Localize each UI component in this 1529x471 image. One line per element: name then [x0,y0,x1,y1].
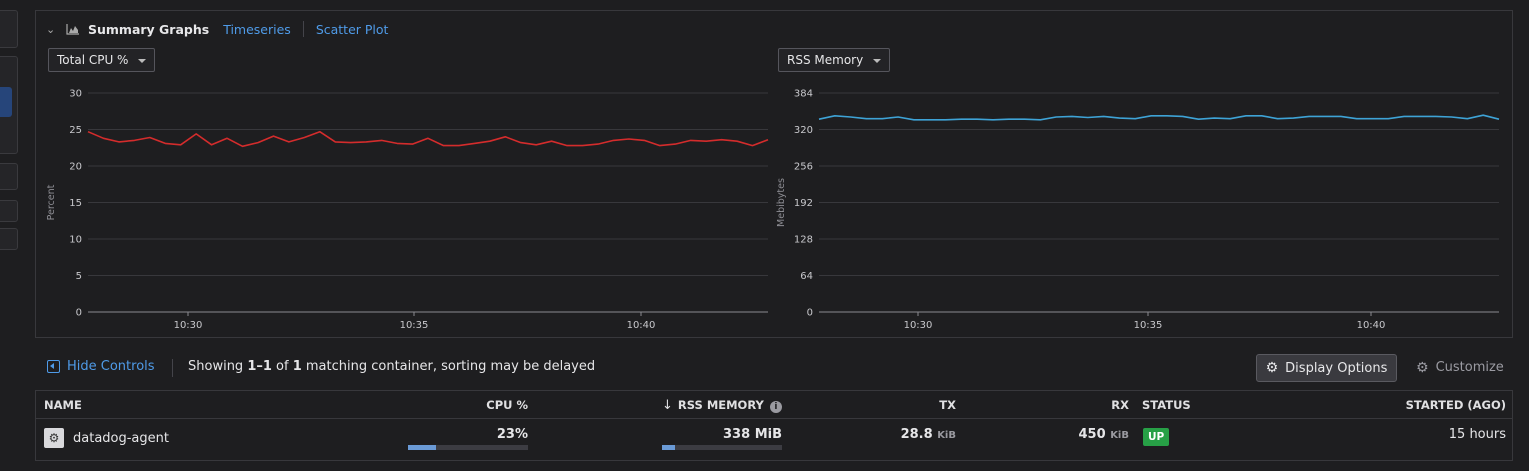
summary-header: ⌄ Summary Graphs Timeseries Scatter Plot [46,19,388,39]
sidebar-button-1[interactable] [0,200,18,222]
table-row[interactable]: ⚙ datadog-agent 23% 338 MiB 28.8 KiB 450… [36,420,1512,461]
customize-label: Customize [1435,360,1504,375]
collapse-panel-icon [47,360,60,373]
cpu-usage-fill [408,445,436,450]
container-name[interactable]: datadog-agent [73,431,169,446]
y-tick-label: 256 [794,162,813,173]
y-tick-label: 10 [69,235,82,246]
y-tick-label: 64 [800,271,813,282]
x-tick-label: 10:30 [174,320,203,331]
customize-button[interactable]: ⚙ Customize [1416,360,1504,375]
showing-of: of [271,359,293,374]
column-header-tx[interactable]: TX [906,398,956,412]
table-header: NAME CPU % ↓ RSS MEMORY i TX RX STATUS STA… [36,391,1512,419]
chevron-down-icon[interactable]: ⌄ [46,23,58,36]
y-tick-label: 0 [807,308,813,319]
rss-usage-bar [662,445,782,450]
y-tick-label: 320 [794,125,813,136]
cpu-usage-bar [408,445,528,450]
series-line [818,114,1500,121]
sidebar-active-item[interactable] [0,87,12,117]
tx-number: 28.8 [900,427,933,442]
showing-range: 1–1 [247,359,272,374]
rx-value: 450 KiB [1029,427,1129,442]
rss-number: 338 [723,427,751,442]
gear-icon: ⚙ [1265,360,1279,376]
showing-count: 1 [292,359,302,374]
cpu-metric-select[interactable]: Total CPU % [48,48,156,72]
y-axis-title: Mebibytes [776,178,787,227]
rss-usage-fill [662,445,676,450]
y-tick-label: 20 [69,162,82,173]
y-tick-label: 15 [69,198,82,209]
table-controls: Hide Controls Showing 1–1 of 1 matching … [35,350,1513,386]
column-header-rx[interactable]: RX [1079,398,1129,412]
y-axis-title: Percent [46,184,57,220]
left-sidebar-edge [0,0,20,471]
sidebar-panel-top [0,10,18,48]
x-tick-label: 10:35 [400,320,429,331]
series-line [87,130,769,148]
y-tick-label: 0 [76,308,82,319]
y-tick-label: 25 [69,125,82,136]
rx-unit: KiB [1110,430,1129,441]
rss-unit: MiB [754,427,782,442]
y-tick-label: 5 [76,271,82,282]
x-tick-label: 10:30 [904,320,933,331]
sidebar-input[interactable] [0,163,18,190]
rss-memory-value: 338 MiB [662,427,782,442]
x-tick-label: 10:35 [1134,320,1163,331]
hide-controls-button[interactable]: Hide Controls [47,359,155,374]
y-tick-label: 384 [794,89,813,100]
started-ago: 15 hours [1448,427,1506,442]
controls-divider [172,359,173,377]
rss-memory-label: RSS MEMORY [677,398,764,412]
sort-desc-icon: ↓ [662,398,673,413]
y-tick-label: 192 [794,198,813,209]
showing-suffix: matching container, sorting may be delay… [301,359,596,374]
x-tick-label: 10:40 [627,320,656,331]
chevron-down-icon [873,59,882,63]
sidebar-button-2[interactable] [0,228,18,250]
rss-metric-select-label: RSS Memory [787,53,864,67]
x-tick-label: 10:40 [1357,320,1386,331]
column-header-rss-memory[interactable]: ↓ RSS MEMORY i [662,398,782,413]
summary-title: Summary Graphs [88,21,210,37]
cpu-value: 23% [496,427,528,442]
y-tick-label: 128 [794,235,813,246]
tx-value: 28.8 KiB [856,427,956,442]
column-header-name[interactable]: NAME [44,398,82,412]
container-icon: ⚙ [44,428,64,448]
rss-chart: 384 320 256 192 128 64 0 10:30 10:35 10:40 Mebibyt… [776,89,1500,331]
tx-unit: KiB [937,430,956,441]
summary-graphs-panel: ⌄ Summary Graphs Timeseries Scatter Plot… [35,10,1513,338]
containers-table: NAME CPU % ↓ RSS MEMORY i TX RX STATUS STA… [35,390,1513,461]
column-header-cpu[interactable]: CPU % [436,398,528,412]
gear-icon: ⚙ [1416,359,1429,376]
column-header-status[interactable]: STATUS [1142,398,1191,412]
area-chart-icon [66,24,79,35]
chevron-down-icon [138,59,147,63]
result-count-text: Showing 1–1 of 1 matching container, sor… [188,359,595,374]
display-options-label: Display Options [1285,360,1388,376]
y-tick-label: 30 [69,89,82,100]
info-icon[interactable]: i [769,401,782,413]
rss-metric-select[interactable]: RSS Memory [778,48,891,72]
cpu-chart: 30 25 20 15 10 5 0 10:30 10:35 10:40 Percent [46,89,769,331]
tab-divider [302,21,304,37]
cpu-metric-select-label: Total CPU % [57,53,129,67]
tab-timeseries[interactable]: Timeseries [223,22,291,37]
display-options-button[interactable]: ⚙ Display Options [1256,354,1397,382]
status-badge: UP [1143,428,1170,446]
column-header-started[interactable]: STARTED (AGO) [1356,398,1506,412]
showing-prefix: Showing [188,359,248,374]
tab-scatter-plot[interactable]: Scatter Plot [316,22,389,37]
rx-number: 450 [1078,427,1106,442]
hide-controls-label: Hide Controls [67,359,155,374]
